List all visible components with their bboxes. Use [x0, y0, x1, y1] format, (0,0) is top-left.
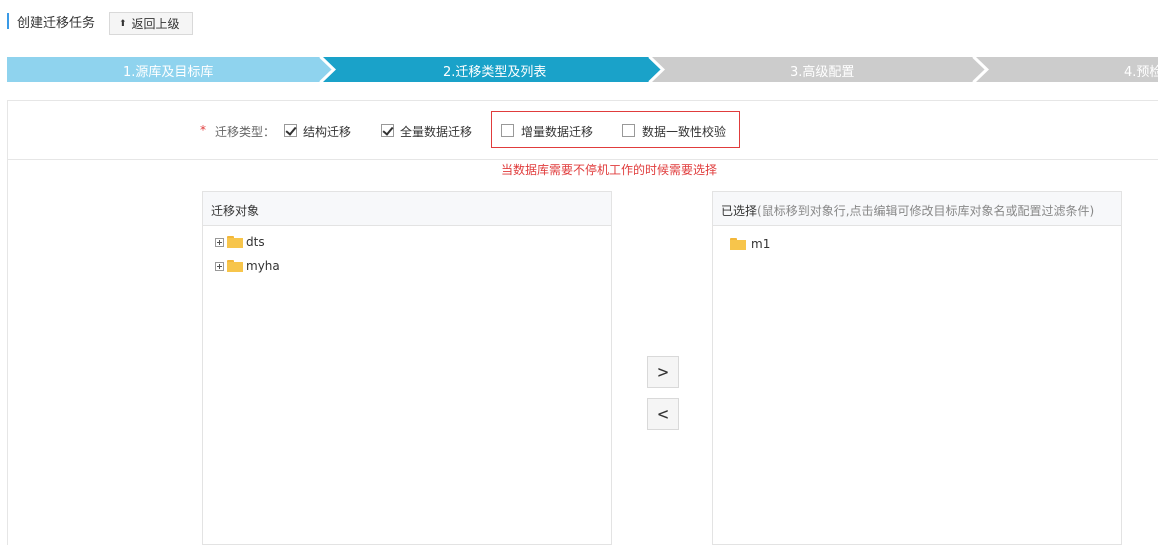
checkbox-full-data-migration-label: 全量数据迁移 [400, 125, 473, 139]
step-1-label: 1.源库及目标库 [123, 65, 214, 80]
add-to-selected-button[interactable]: > [647, 356, 679, 388]
checkbox-full-data-migration[interactable] [381, 124, 394, 137]
folder-icon [730, 238, 746, 250]
folder-icon [227, 260, 243, 272]
tree-item-myha[interactable]: myha [215, 258, 280, 274]
source-list-header: 迁移对象 [203, 192, 611, 226]
selected-list-header: 已选择(鼠标移到对象行,点击编辑可修改目标库对象名或配置过滤条件) [713, 192, 1121, 226]
selected-item-m1[interactable]: m1 [730, 236, 770, 252]
expand-icon[interactable] [215, 237, 224, 247]
panel-divider [7, 159, 1158, 160]
step-3-label: 3.高级配置 [790, 65, 855, 80]
tree-item-label: dts [246, 235, 265, 249]
migration-type-label: 迁移类型： [215, 125, 276, 139]
page-header: 创建迁移任务 ⬆ 返回上级 [0, 0, 1158, 44]
checkbox-consistency-check[interactable] [622, 124, 635, 137]
checkbox-incremental-migration-label: 增量数据迁移 [521, 125, 594, 139]
back-button[interactable]: ⬆ 返回上级 [109, 12, 193, 35]
selected-list-title: 已选择 [721, 204, 758, 218]
checkbox-structure-migration[interactable] [284, 124, 297, 137]
checkbox-incremental-migration[interactable] [501, 124, 514, 137]
arrow-up-icon: ⬆ [119, 18, 127, 29]
selected-item-label: m1 [751, 237, 771, 251]
folder-icon [227, 236, 243, 248]
expand-icon[interactable] [215, 261, 224, 271]
page-title: 创建迁移任务 [17, 16, 96, 31]
selected-object-list: 已选择(鼠标移到对象行,点击编辑可修改目标库对象名或配置过滤条件) [712, 191, 1122, 545]
title-accent-bar [7, 13, 9, 29]
remove-from-selected-button[interactable]: < [647, 398, 679, 430]
tree-item-label: myha [246, 259, 280, 273]
required-mark: * [200, 123, 206, 137]
tree-item-dts[interactable]: dts [215, 234, 265, 250]
checkbox-consistency-check-label: 数据一致性校验 [642, 125, 727, 139]
back-button-label: 返回上级 [131, 17, 180, 31]
selected-list-subtitle: (鼠标移到对象行,点击编辑可修改目标库对象名或配置过滤条件) [757, 204, 1095, 218]
step-4-label: 4.预检 [1124, 65, 1158, 80]
checkbox-structure-migration-label: 结构迁移 [303, 125, 352, 139]
step-progress: 1.源库及目标库 2.迁移类型及列表 3.高级配置 4.预检 [7, 57, 1158, 82]
incremental-hint: 当数据库需要不停机工作的时候需要选择 [501, 163, 718, 177]
step-2-label: 2.迁移类型及列表 [443, 65, 547, 80]
